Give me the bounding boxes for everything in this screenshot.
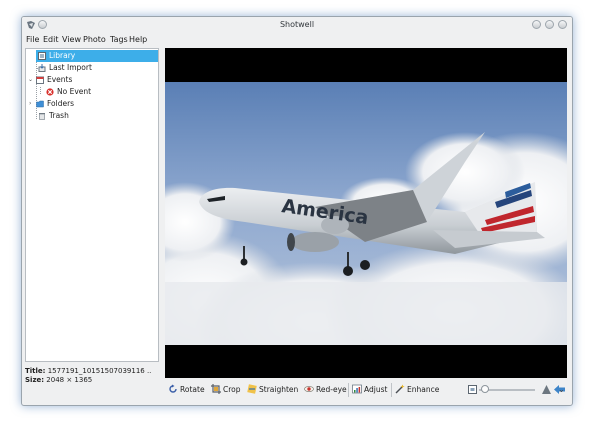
rotate-icon (169, 384, 177, 393)
window-title: Shotwell (279, 20, 315, 29)
enhance-label: Enhance (407, 385, 440, 394)
sidebar-item-label: Folders (47, 99, 75, 108)
chevron-down-icon[interactable]: ⌄ (28, 74, 33, 86)
info-size-row: Size: 2048 × 1365 (25, 376, 159, 385)
info-size-value: 2048 × 1365 (46, 376, 93, 384)
sidebar-item-label: Library (49, 51, 76, 60)
rotate-button[interactable]: Rotate (168, 383, 205, 397)
info-title-label: Title: (25, 367, 46, 375)
library-icon (38, 52, 46, 60)
zoom-out-icon[interactable] (468, 385, 477, 394)
crop-label: Crop (223, 385, 241, 394)
close-button[interactable] (558, 20, 567, 29)
import-icon (38, 64, 46, 72)
shotwell-window: Shotwell File Edit View Photo Tags Help … (21, 16, 573, 406)
photo-viewer[interactable]: America (165, 48, 567, 378)
photo-info-panel: Title: 1577191_10151507039116 .. Size: 2… (25, 367, 159, 391)
menu-bar: File Edit View Photo Tags Help (22, 34, 572, 46)
red-eye-icon (304, 386, 314, 392)
sidebar-item-trash[interactable]: Trash (36, 110, 158, 122)
menu-file[interactable]: File (26, 35, 39, 44)
zoom-in-icon[interactable] (541, 384, 552, 395)
events-icon (36, 76, 44, 84)
adjust-button[interactable]: Adjust (352, 383, 387, 397)
info-title-row: Title: 1577191_10151507039116 .. (25, 367, 159, 376)
info-title-value: 1577191_10151507039116 .. (47, 367, 152, 375)
sidebar-item-label: Events (47, 75, 73, 84)
minimize-button[interactable] (532, 20, 541, 29)
sidebar-item-last-import[interactable]: Last Import (36, 62, 158, 74)
trash-icon (39, 113, 45, 120)
sidebar-item-events[interactable]: ⌄ Events (28, 74, 158, 86)
adjust-icon (352, 384, 362, 394)
red-eye-label: Red-eye (316, 385, 347, 394)
straighten-icon (247, 384, 257, 394)
maximize-button[interactable] (545, 20, 554, 29)
menu-view[interactable]: View (62, 35, 81, 44)
no-event-icon (46, 88, 54, 96)
crop-button[interactable]: Crop (211, 383, 241, 397)
enhance-button[interactable]: Enhance (395, 383, 439, 397)
zoom-slider-handle[interactable] (481, 385, 490, 393)
folder-icon (36, 100, 44, 108)
menu-edit[interactable]: Edit (43, 35, 59, 44)
menu-help[interactable]: Help (129, 35, 147, 44)
red-eye-button[interactable]: Red-eye (304, 383, 347, 397)
chevron-right-icon[interactable]: › (29, 98, 31, 110)
menu-tags[interactable]: Tags (110, 35, 128, 44)
toolbar-separator (391, 383, 392, 397)
sidebar-item-label: Last Import (49, 63, 92, 72)
sidebar: Library Last Import ⌄ Events No Event › … (25, 48, 159, 362)
enhance-icon (395, 384, 405, 394)
rotate-label: Rotate (180, 385, 205, 394)
toolbar-separator (348, 383, 349, 397)
menu-photo[interactable]: Photo (83, 35, 106, 44)
sidebar-item-library[interactable]: Library (36, 50, 158, 62)
info-size-label: Size: (25, 376, 45, 384)
straighten-button[interactable]: Straighten (247, 383, 298, 397)
title-bar: Shotwell (22, 17, 572, 34)
photo-canvas[interactable]: America (165, 82, 567, 345)
edit-toolbar: Rotate Crop Straighten Red-eye Adjust En… (165, 379, 569, 401)
tree-guide (40, 87, 41, 94)
sidebar-item-label: Trash (49, 111, 69, 120)
adjust-label: Adjust (364, 385, 388, 394)
sidebar-item-no-event[interactable]: No Event (44, 86, 158, 98)
sidebar-item-label: No Event (57, 87, 92, 96)
crop-icon (211, 384, 221, 394)
sidebar-item-folders[interactable]: › Folders (28, 98, 158, 110)
straighten-label: Straighten (259, 385, 299, 394)
chevron-down-icon[interactable]: ⌄ (558, 385, 565, 394)
